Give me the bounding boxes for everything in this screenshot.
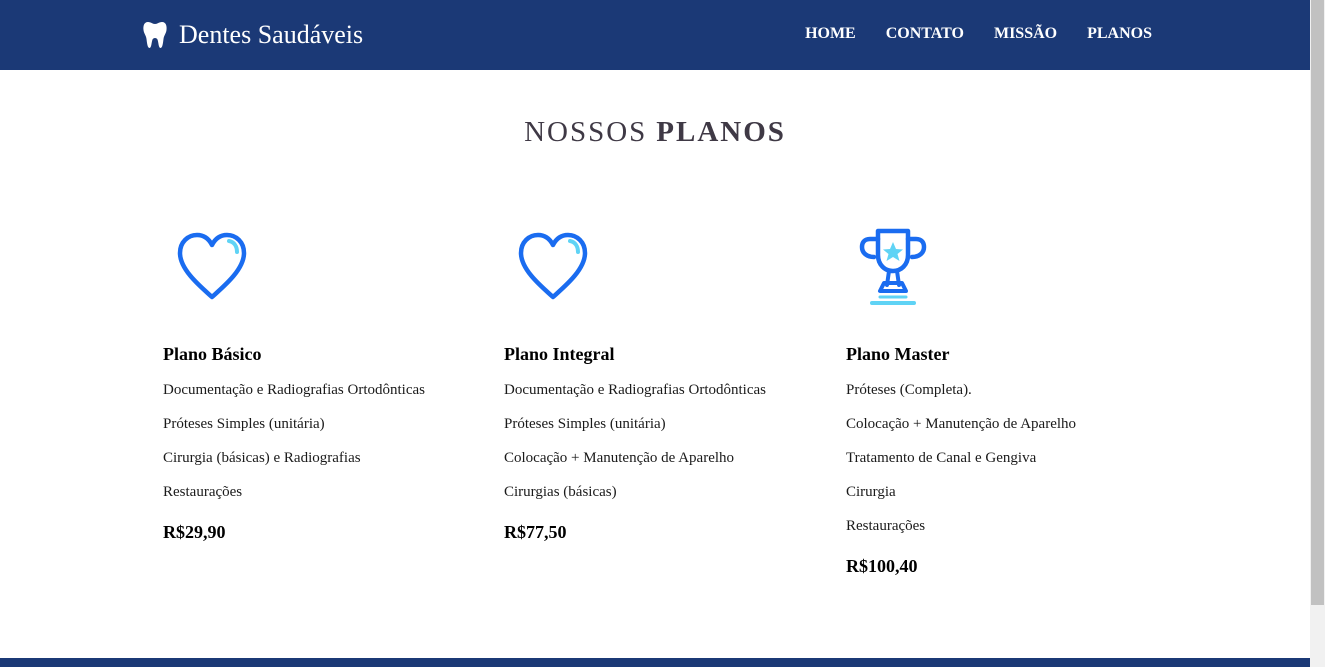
- section-title-light: NOSSOS: [524, 116, 648, 148]
- plan-feature: Próteses Simples (unitária): [504, 416, 666, 432]
- plan-price: R$29,90: [163, 522, 226, 542]
- plan-features-list: Próteses (Completa). Colocação + Manuten…: [846, 381, 1166, 535]
- plan-card-master: Plano Master Próteses (Completa). Coloca…: [846, 225, 1166, 577]
- plan-name: Plano Integral: [504, 344, 615, 364]
- nav-planos-link[interactable]: PLANOS: [1087, 24, 1152, 44]
- section-title: NOSSOS PLANOS: [0, 115, 1310, 149]
- brand-logo[interactable]: Dentes Saudáveis: [143, 18, 363, 52]
- plan-feature: Cirurgia (básicas) e Radiografias: [163, 450, 361, 466]
- scrollbar-thumb[interactable]: [1311, 0, 1324, 605]
- plan-feature: Documentação e Radiografias Ortodônticas: [163, 382, 425, 398]
- brand-name: Dentes Saudáveis: [179, 20, 364, 49]
- plan-price: R$77,50: [504, 522, 567, 542]
- plan-feature: Restaurações: [846, 518, 926, 534]
- tooth-icon: [143, 22, 167, 48]
- plan-feature: Cirurgias (básicas): [504, 484, 617, 500]
- plan-features-list: Documentação e Radiografias Ortodônticas…: [163, 381, 483, 501]
- footer-bar: [0, 658, 1310, 667]
- plan-feature: Próteses Simples (unitária): [163, 416, 325, 432]
- heart-icon: [518, 232, 588, 300]
- plan-name: Plano Básico: [163, 344, 262, 364]
- plan-price: R$100,40: [846, 556, 918, 576]
- plan-name: Plano Master: [846, 344, 950, 364]
- nav-home-link[interactable]: HOME: [805, 24, 856, 44]
- plan-features-list: Documentação e Radiografias Ortodônticas…: [504, 381, 824, 501]
- heart-icon: [177, 232, 247, 300]
- plan-feature: Documentação e Radiografias Ortodônticas: [504, 382, 766, 398]
- page: Dentes Saudáveis HOME CONTATO MISSÃO PLA…: [0, 0, 1325, 667]
- section-title-bold: PLANOS: [656, 116, 786, 148]
- plan-feature: Colocação + Manutenção de Aparelho: [504, 450, 735, 466]
- nav-missao-link[interactable]: MISSÃO: [994, 24, 1057, 44]
- plan-feature: Restaurações: [163, 484, 243, 500]
- plan-feature: Próteses (Completa).: [846, 382, 972, 398]
- trophy-icon: [859, 228, 927, 305]
- nav-contato-link[interactable]: CONTATO: [886, 24, 964, 44]
- vertical-scrollbar[interactable]: [1310, 0, 1325, 667]
- plan-feature: Colocação + Manutenção de Aparelho: [846, 416, 1077, 432]
- plan-card-integral: Plano Integral Documentação e Radiografi…: [504, 225, 824, 543]
- plan-feature: Tratamento de Canal e Gengiva: [846, 450, 1037, 466]
- plan-card-basico: Plano Básico Documentação e Radiografias…: [163, 225, 483, 543]
- plan-feature: Cirurgia: [846, 484, 896, 500]
- site-header: Dentes Saudáveis HOME CONTATO MISSÃO PLA…: [0, 0, 1310, 70]
- main-nav: HOME CONTATO MISSÃO PLANOS: [775, 24, 1152, 44]
